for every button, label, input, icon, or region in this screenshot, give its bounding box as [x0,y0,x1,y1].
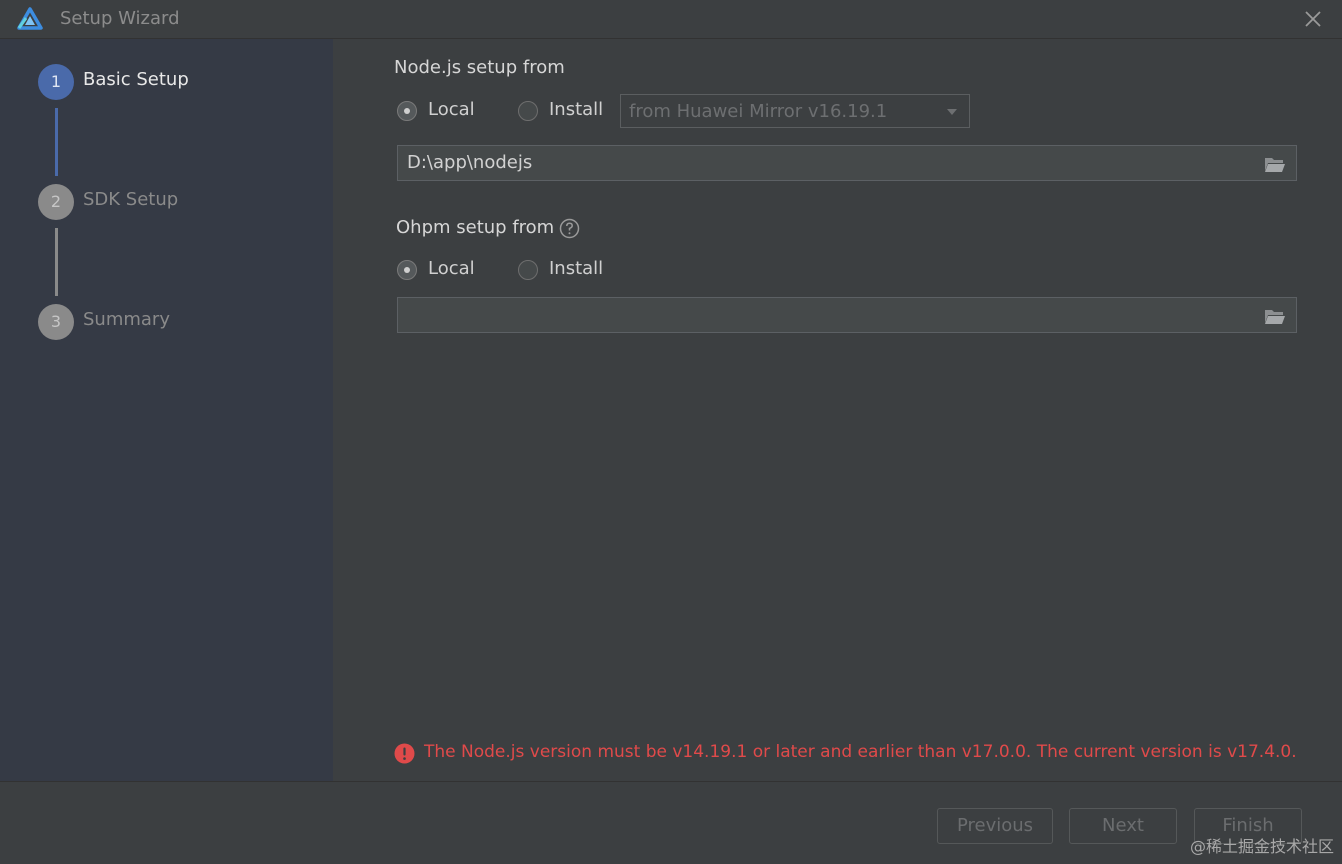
ohpm-install-radio[interactable]: Install [518,256,618,284]
error-message: The Node.js version must be v14.19.1 or … [424,742,1297,762]
ohpm-section-title: Ohpm setup from [396,217,555,238]
radio-label: Install [549,99,604,120]
step-number: 3 [38,304,74,340]
chevron-down-icon [947,109,957,115]
step-number: 2 [38,184,74,220]
ohpm-local-radio[interactable]: Local [397,256,497,284]
nodejs-mirror-dropdown[interactable]: from Huawei Mirror v16.19.1 [620,94,970,128]
step-connector [55,228,58,296]
radio-unchecked-icon [518,101,538,121]
step-number: 1 [38,64,74,100]
step-label: Basic Setup [83,69,189,90]
previous-button[interactable]: Previous [937,808,1053,844]
radio-checked-icon [397,260,417,280]
step-label: Summary [83,309,170,330]
ohpm-path-field[interactable] [397,297,1297,333]
radio-label: Install [549,258,604,279]
dropdown-value: from Huawei Mirror v16.19.1 [629,101,888,122]
folder-open-icon[interactable] [1264,307,1286,325]
deveco-logo-icon [17,7,43,30]
nodejs-install-radio[interactable]: Install [518,97,618,125]
help-circle-icon[interactable] [559,218,580,239]
radio-label: Local [428,258,475,279]
error-circle-icon [394,743,415,764]
close-icon[interactable] [1300,6,1326,32]
setup-wizard-window: Setup Wizard 1 Basic Setup 2 SDK Setup 3… [0,0,1342,864]
nodejs-section-title: Node.js setup from [394,57,565,78]
radio-checked-icon [397,101,417,121]
title-bar: Setup Wizard [0,0,1342,39]
nodejs-path-value: D:\app\nodejs [407,152,533,173]
wizard-footer: Previous Next Finish @稀土掘金技术社区 [0,781,1342,864]
radio-label: Local [428,99,475,120]
watermark: @稀土掘金技术社区 [1189,837,1334,856]
nodejs-path-field[interactable]: D:\app\nodejs [397,145,1297,181]
step-label: SDK Setup [83,189,179,210]
nodejs-local-radio[interactable]: Local [397,97,497,125]
folder-open-icon[interactable] [1264,155,1286,173]
steps-sidebar: 1 Basic Setup 2 SDK Setup 3 Summary [0,39,333,781]
window-title: Setup Wizard [60,8,180,29]
next-button[interactable]: Next [1069,808,1177,844]
radio-unchecked-icon [518,260,538,280]
step-connector [55,108,58,176]
